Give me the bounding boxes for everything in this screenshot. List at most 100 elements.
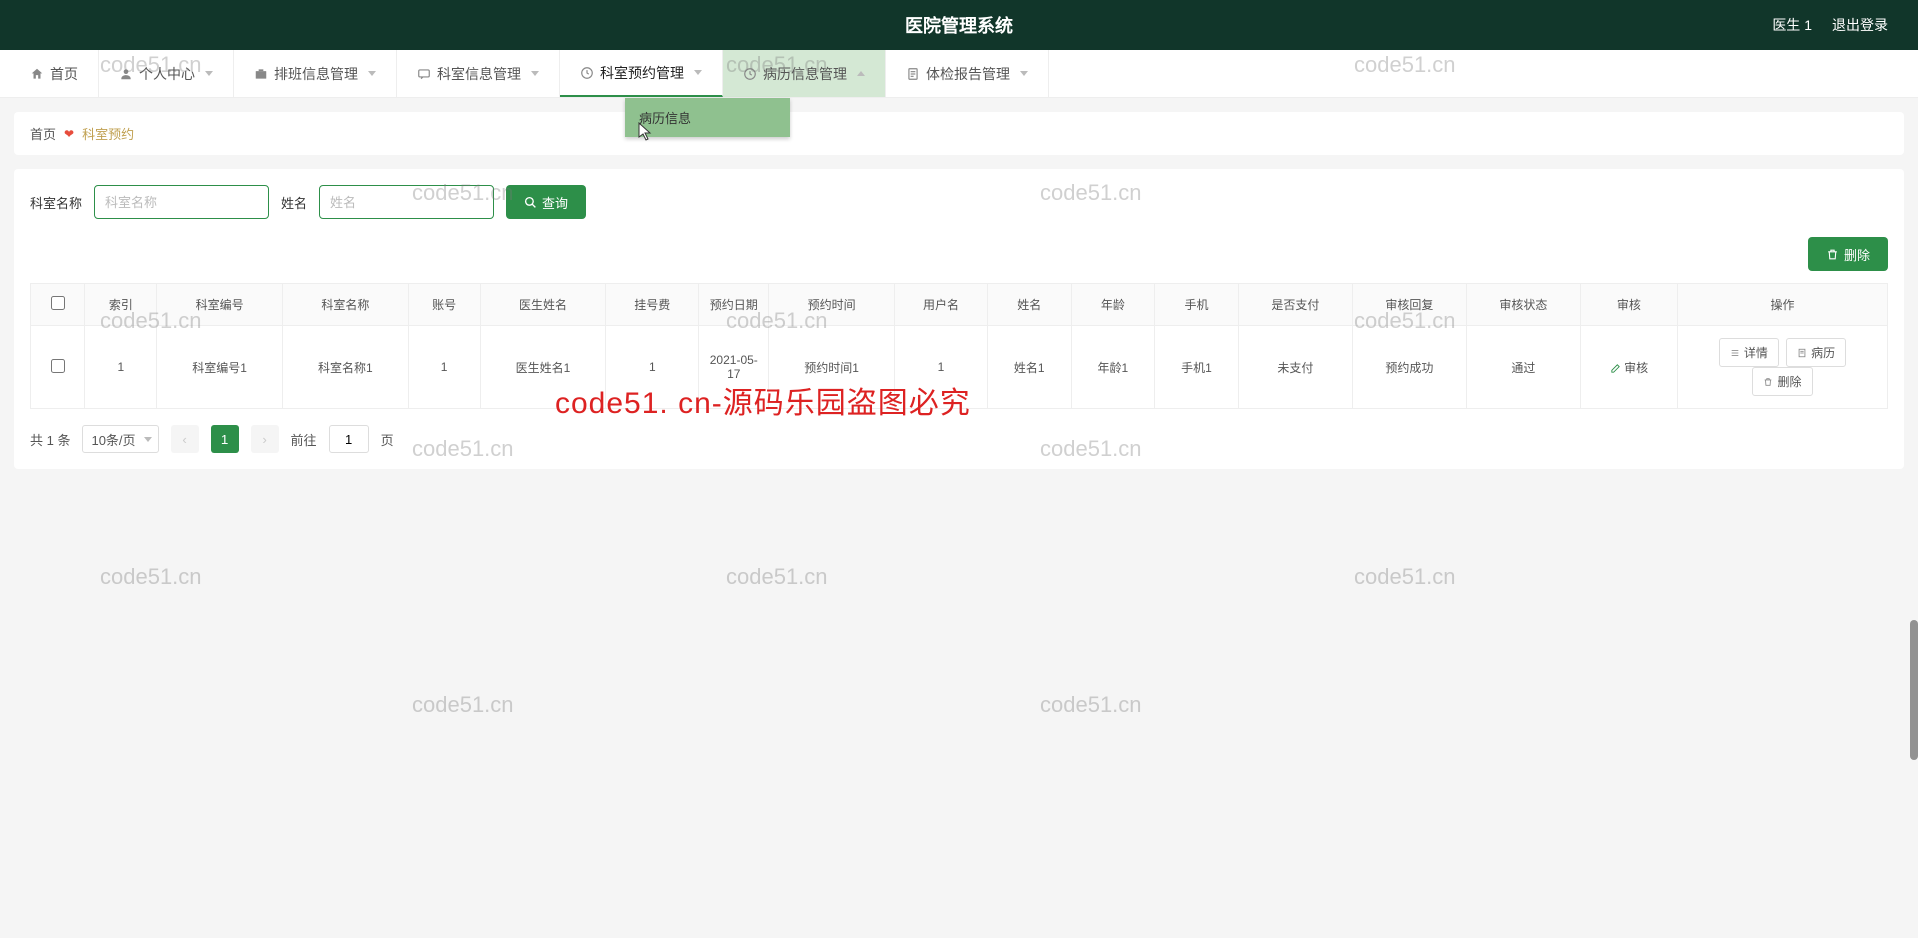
cell-ops: 详情 病历 删除 [1678, 326, 1888, 409]
header-bar: 医院管理系统 医生 1 退出登录 [0, 0, 1918, 50]
nav-dept-appt[interactable]: 科室预约管理 [560, 50, 723, 97]
nav-record[interactable]: 病历信息管理 [723, 50, 886, 97]
chevron-down-icon [144, 437, 152, 442]
page-total: 共 1 条 [30, 430, 70, 449]
cell-review-link[interactable]: 审核 [1580, 326, 1677, 409]
cell-time: 预约时间1 [769, 326, 895, 409]
col-fee: 挂号费 [606, 284, 699, 326]
user-label[interactable]: 医生 1 [1772, 15, 1812, 35]
row-delete-label: 删除 [1777, 373, 1801, 390]
cell-phone: 手机1 [1155, 326, 1239, 409]
row-checkbox[interactable] [51, 359, 65, 373]
cell-doctor: 医生姓名1 [480, 326, 606, 409]
trash-icon [1763, 377, 1773, 387]
cell-age: 年龄1 [1071, 326, 1155, 409]
clock-icon [580, 66, 594, 80]
header-right: 医生 1 退出登录 [1772, 15, 1888, 35]
cell-account: 1 [408, 326, 480, 409]
col-index: 索引 [85, 284, 157, 326]
watermark: code51.cn [726, 564, 828, 590]
cell-index: 1 [85, 326, 157, 409]
breadcrumb-home[interactable]: 首页 [30, 124, 56, 143]
nav-record-label: 病历信息管理 [763, 64, 847, 84]
cell-dept-no: 科室编号1 [157, 326, 283, 409]
col-date: 预约日期 [699, 284, 769, 326]
detail-button[interactable]: 详情 [1719, 338, 1779, 367]
header-checkbox-cell [31, 284, 85, 326]
col-age: 年龄 [1071, 284, 1155, 326]
cell-paid: 未支付 [1238, 326, 1352, 409]
search-button-label: 查询 [542, 193, 568, 212]
page-size-select[interactable]: 10条/页 [82, 425, 158, 453]
home-icon [30, 67, 44, 81]
nav-exam-label: 体检报告管理 [926, 64, 1010, 84]
nav-exam[interactable]: 体检报告管理 [886, 50, 1049, 97]
col-account: 账号 [408, 284, 480, 326]
breadcrumb-current: 科室预约 [82, 124, 134, 143]
pagination: 共 1 条 10条/页 ‹ 1 › 前往 页 [30, 425, 1888, 453]
nav-menu: 首页 个人中心 排班信息管理 科室信息管理 科室预约管理 病历信息管理 体检报告… [0, 50, 1918, 98]
row-checkbox-cell [31, 326, 85, 409]
col-review-reply: 审核回复 [1352, 284, 1466, 326]
chevron-left-icon: ‹ [182, 432, 186, 447]
user-icon [119, 67, 133, 81]
nav-home[interactable]: 首页 [10, 50, 99, 97]
chevron-down-icon [531, 71, 539, 76]
cursor-icon [638, 122, 654, 142]
select-all-checkbox[interactable] [51, 296, 65, 310]
page-next-button[interactable]: › [251, 425, 279, 453]
nav-dept-appt-label: 科室预约管理 [600, 63, 684, 83]
delete-batch-button[interactable]: 删除 [1808, 237, 1888, 271]
cell-date: 2021-05-17 [699, 326, 769, 409]
search-dept-label: 科室名称 [30, 193, 82, 212]
nav-schedule[interactable]: 排班信息管理 [234, 50, 397, 97]
content-panel: 科室名称 姓名 查询 删除 索引 科室编号 科室名称 账号 医生姓名 挂号费 预… [14, 169, 1904, 469]
goto-input[interactable] [329, 425, 369, 453]
search-dept-input[interactable] [94, 185, 269, 219]
col-time: 预约时间 [769, 284, 895, 326]
app-title: 医院管理系统 [905, 12, 1013, 38]
page-prev-button[interactable]: ‹ [171, 425, 199, 453]
message-icon [417, 67, 431, 81]
table-header-row: 索引 科室编号 科室名称 账号 医生姓名 挂号费 预约日期 预约时间 用户名 姓… [31, 284, 1888, 326]
nav-personal[interactable]: 个人中心 [99, 50, 234, 97]
nav-home-label: 首页 [50, 64, 78, 84]
page-size-label: 10条/页 [91, 430, 135, 449]
col-paid: 是否支付 [1238, 284, 1352, 326]
page-1-button[interactable]: 1 [211, 425, 239, 453]
chevron-down-icon [205, 71, 213, 76]
record-label: 病历 [1811, 344, 1835, 361]
edit-icon [1610, 363, 1621, 374]
col-username: 用户名 [894, 284, 987, 326]
nav-schedule-label: 排班信息管理 [274, 64, 358, 84]
chevron-up-icon [857, 71, 865, 76]
search-row: 科室名称 姓名 查询 [30, 185, 1888, 219]
watermark: code51.cn [1354, 564, 1456, 590]
chevron-right-icon: › [262, 432, 266, 447]
list-icon [1730, 348, 1740, 358]
col-name: 姓名 [987, 284, 1071, 326]
goto-suffix: 页 [381, 430, 394, 449]
detail-label: 详情 [1744, 344, 1768, 361]
watermark: code51.cn [412, 692, 514, 718]
data-table: 索引 科室编号 科室名称 账号 医生姓名 挂号费 预约日期 预约时间 用户名 姓… [30, 283, 1888, 409]
nav-dept-info[interactable]: 科室信息管理 [397, 50, 560, 97]
search-name-input[interactable] [319, 185, 494, 219]
chevron-down-icon [1020, 71, 1028, 76]
col-ops: 操作 [1678, 284, 1888, 326]
nav-personal-label: 个人中心 [139, 64, 195, 84]
record-button[interactable]: 病历 [1786, 338, 1846, 367]
search-button[interactable]: 查询 [506, 185, 586, 219]
search-icon [524, 196, 537, 209]
logout-link[interactable]: 退出登录 [1832, 15, 1888, 35]
scrollbar-thumb[interactable] [1910, 620, 1918, 760]
cell-username: 1 [894, 326, 987, 409]
table-row: 1 科室编号1 科室名称1 1 医生姓名1 1 2021-05-17 预约时间1… [31, 326, 1888, 409]
chevron-down-icon [694, 70, 702, 75]
watermark: code51.cn [1040, 692, 1142, 718]
chevron-down-icon [368, 71, 376, 76]
nav-dept-info-label: 科室信息管理 [437, 64, 521, 84]
row-delete-button[interactable]: 删除 [1752, 367, 1812, 396]
search-name-label: 姓名 [281, 193, 307, 212]
breadcrumb: 首页 ❤ 科室预约 [14, 112, 1904, 155]
